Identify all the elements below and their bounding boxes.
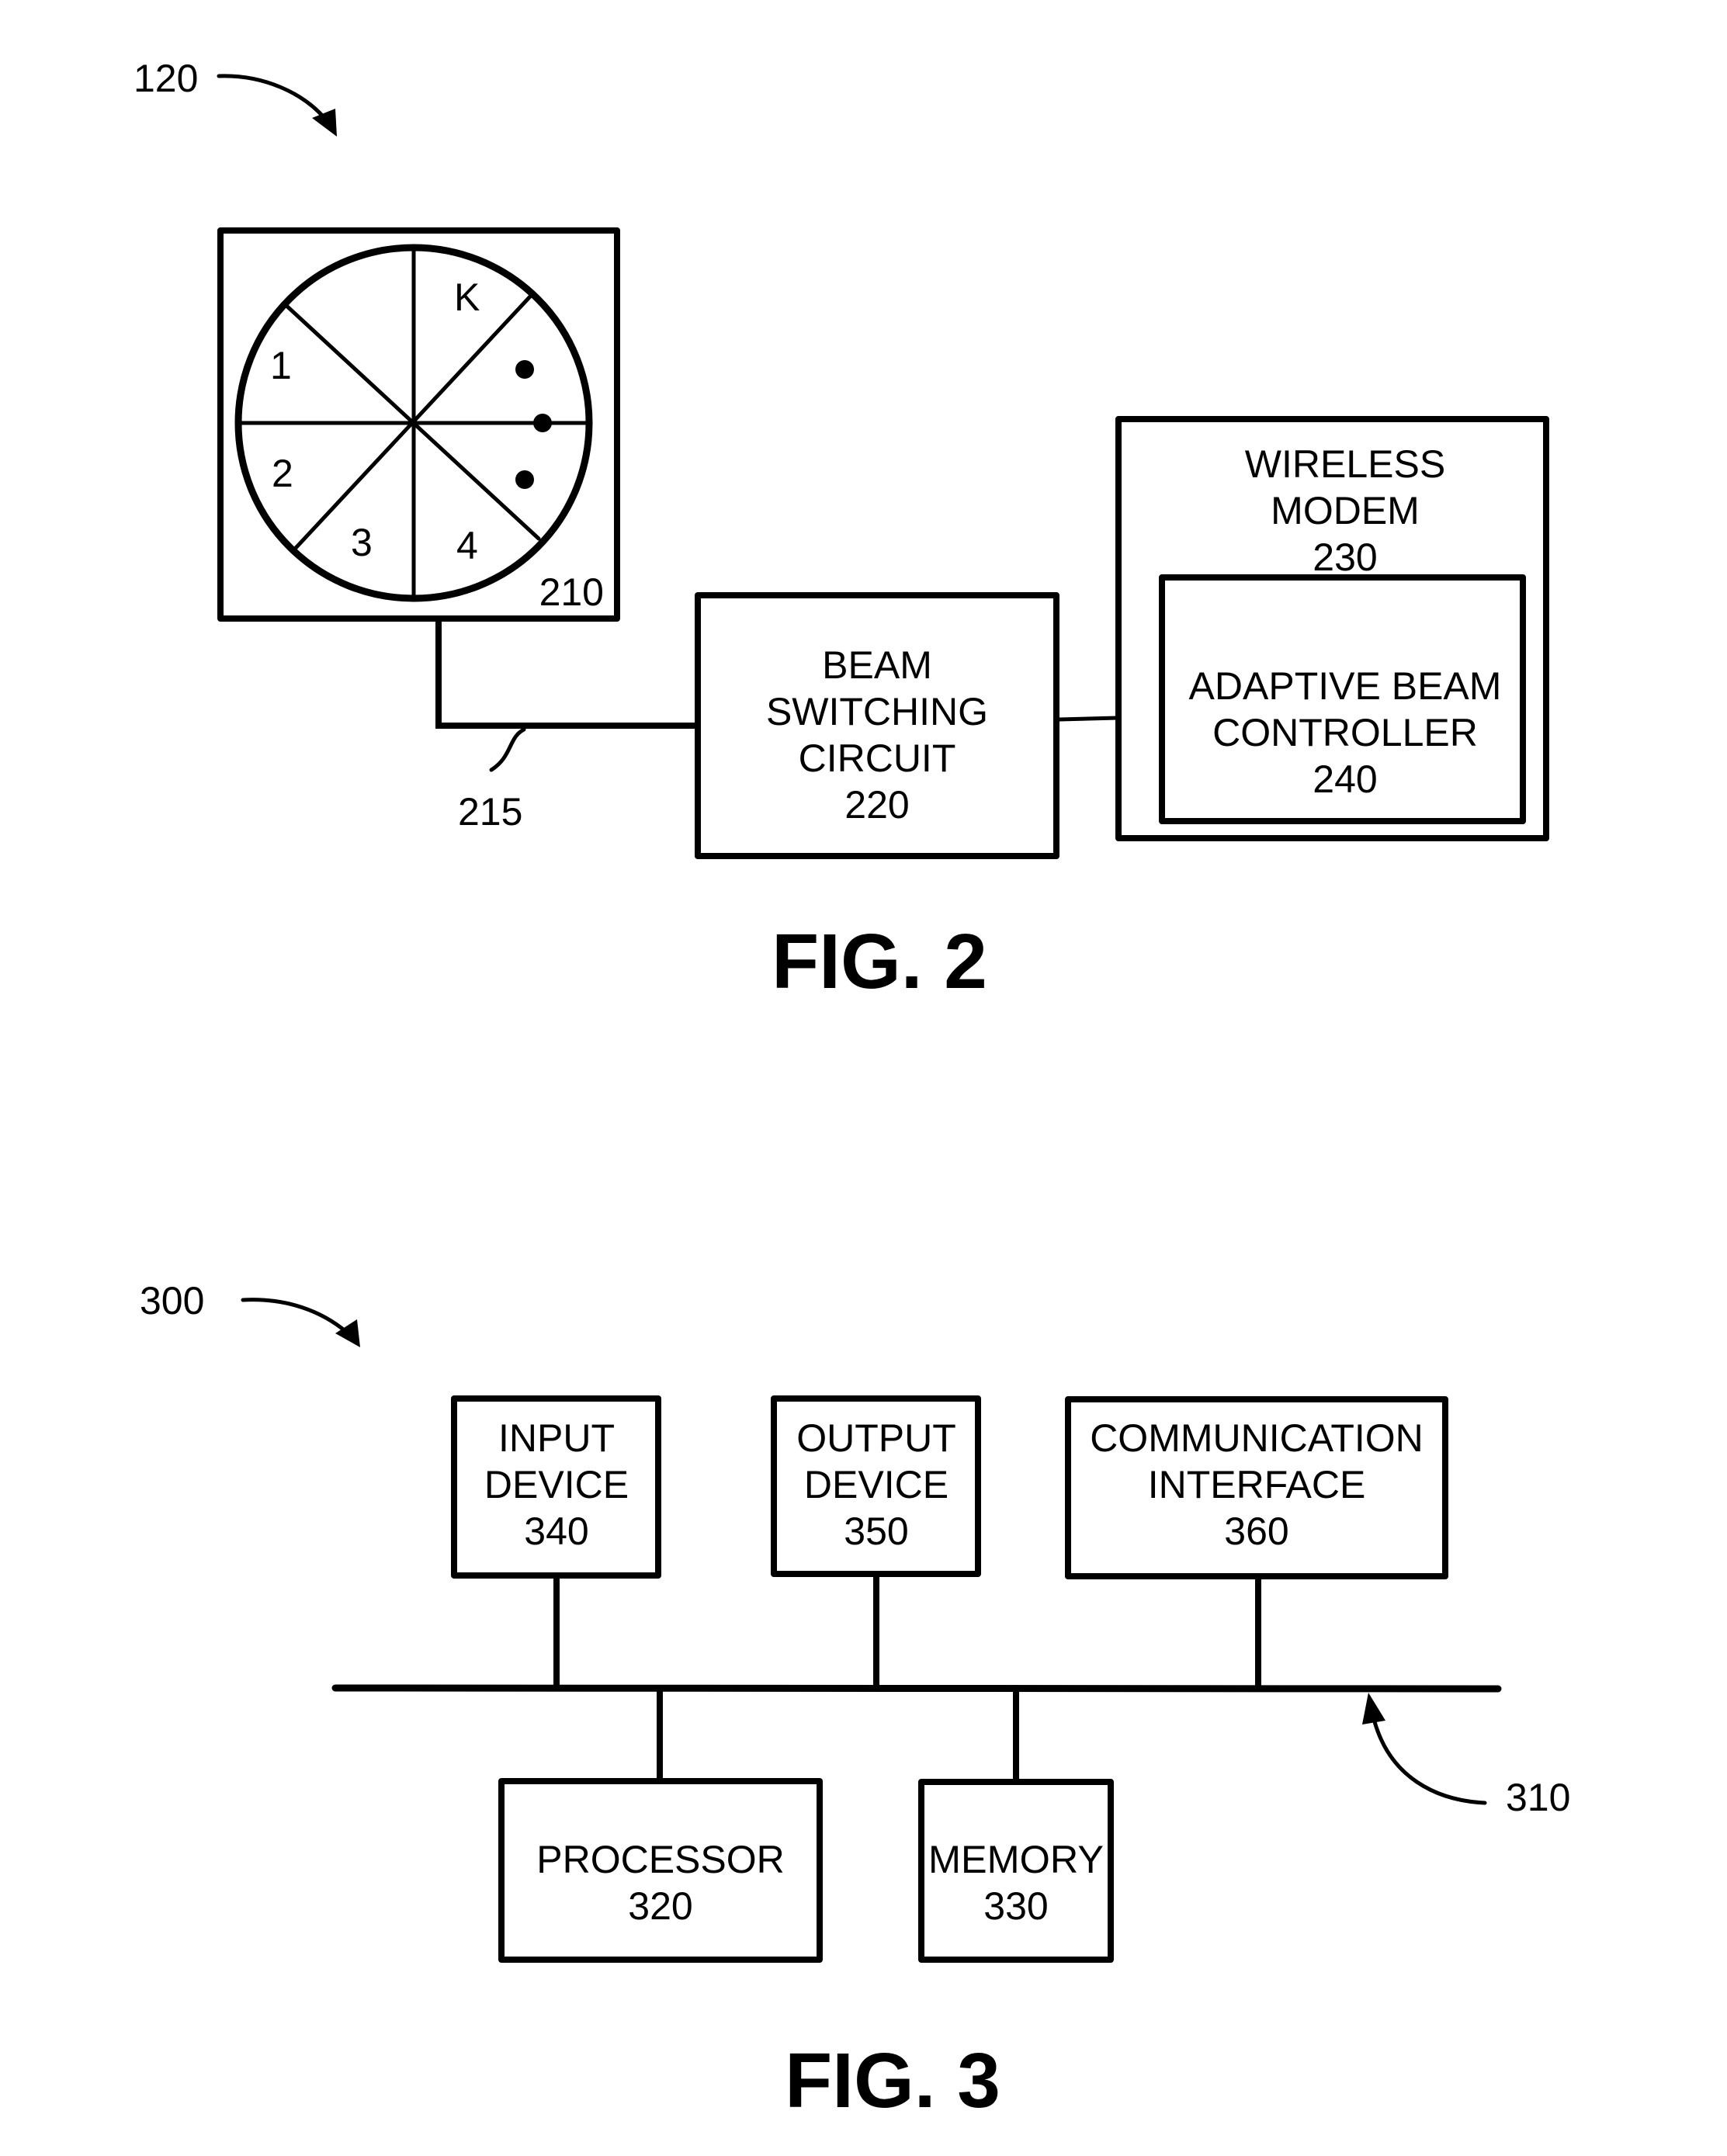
adaptive-beam-controller-block: ADAPTIVE BEAM CONTROLLER 240 [1159, 574, 1526, 824]
sector-label-k: K [454, 276, 480, 319]
sector-label-3: 3 [351, 521, 373, 564]
figure-2-caption: FIG. 2 [772, 918, 987, 1005]
output-device-block: OUTPUT DEVICE 350 [771, 1395, 981, 1577]
ref-300-arrow-curve [241, 1298, 349, 1334]
input-device-line-2: DEVICE [484, 1463, 629, 1506]
ellipsis-dot [533, 414, 552, 432]
ref-310-callout: 310 [1362, 1693, 1570, 1819]
antenna-cable [435, 618, 702, 729]
ref-215-label: 215 [458, 790, 522, 834]
communication-interface-line-2: INTERFACE [1148, 1463, 1366, 1506]
system-bus [331, 1684, 1502, 1693]
ref-310-label: 310 [1506, 1776, 1570, 1819]
patent-drawing-sheet: 120 K 1 2 3 4 210 215 BEAM SWITCHING CIR… [134, 57, 1570, 2124]
ref-300-arrowhead-icon [335, 1319, 360, 1347]
ref-350-label: 350 [844, 1510, 908, 1553]
figure-3-caption: FIG. 3 [785, 2037, 1000, 2124]
processor-line-1: PROCESSOR [536, 1838, 785, 1881]
sector-label-4: 4 [456, 524, 478, 567]
cable-215: 215 [435, 618, 702, 834]
ref-310-arrow-curve [1372, 1717, 1487, 1805]
ellipsis-dot [515, 360, 534, 379]
figure-3: 300 INPUT DEVICE 340 OUTPUT DEVICE 350 C… [140, 1279, 1570, 2124]
ref-330-label: 330 [983, 1884, 1048, 1928]
memory-line-1: MEMORY [928, 1838, 1104, 1881]
communication-interface-line-1: COMMUNICATION [1090, 1416, 1424, 1460]
ref-215-leader [489, 727, 526, 772]
wireless-modem-line-1: WIRELESS [1245, 442, 1445, 486]
wireless-modem-block: WIRELESS MODEM 230 ADAPTIVE BEAM CONTROL… [1115, 416, 1549, 841]
input-device-line-1: INPUT [498, 1416, 615, 1460]
output-device-line-1: OUTPUT [796, 1416, 956, 1460]
output-device-line-2: DEVICE [804, 1463, 948, 1506]
sector-label-2: 2 [272, 452, 293, 495]
processor-block: PROCESSOR 320 [498, 1778, 823, 1963]
ref-300-label: 300 [140, 1279, 204, 1322]
switch-to-modem-link [1057, 716, 1120, 722]
input-device-block: INPUT DEVICE 340 [451, 1395, 661, 1579]
ellipsis-dot [515, 470, 534, 489]
ref-120-callout: 120 [134, 57, 337, 137]
ref-340-label: 340 [524, 1510, 588, 1553]
beam-switching-line-1: BEAM [822, 643, 932, 687]
ref-120-arrow-curve [217, 74, 327, 120]
ref-240-label: 240 [1313, 757, 1377, 801]
communication-interface-block: COMMUNICATION INTERFACE 360 [1065, 1396, 1448, 1579]
beam-switching-line-3: CIRCUIT [799, 737, 956, 780]
figure-2: 120 K 1 2 3 4 210 215 BEAM SWITCHING CIR… [134, 57, 1549, 1005]
ref-210-label: 210 [539, 570, 604, 614]
adaptive-controller-line-2: CONTROLLER [1212, 711, 1478, 754]
beam-switching-circuit-block: BEAM SWITCHING CIRCUIT 220 [695, 592, 1059, 859]
sector-label-1: 1 [270, 344, 292, 387]
antenna-array: K 1 2 3 4 210 [217, 227, 620, 622]
ref-320-label: 320 [628, 1884, 692, 1928]
beam-switching-line-2: SWITCHING [766, 690, 988, 733]
ref-220-label: 220 [844, 783, 909, 827]
ref-310-arrowhead-icon [1362, 1693, 1385, 1724]
ref-120-arrowhead-icon [312, 109, 337, 137]
ref-230-label: 230 [1313, 536, 1377, 579]
memory-block: MEMORY 330 [918, 1779, 1114, 1963]
ref-360-label: 360 [1224, 1510, 1288, 1553]
ref-300-callout: 300 [140, 1279, 360, 1347]
wireless-modem-line-2: MODEM [1271, 489, 1420, 532]
adaptive-controller-line-1: ADAPTIVE BEAM [1189, 664, 1502, 708]
ref-120-label: 120 [134, 57, 198, 100]
